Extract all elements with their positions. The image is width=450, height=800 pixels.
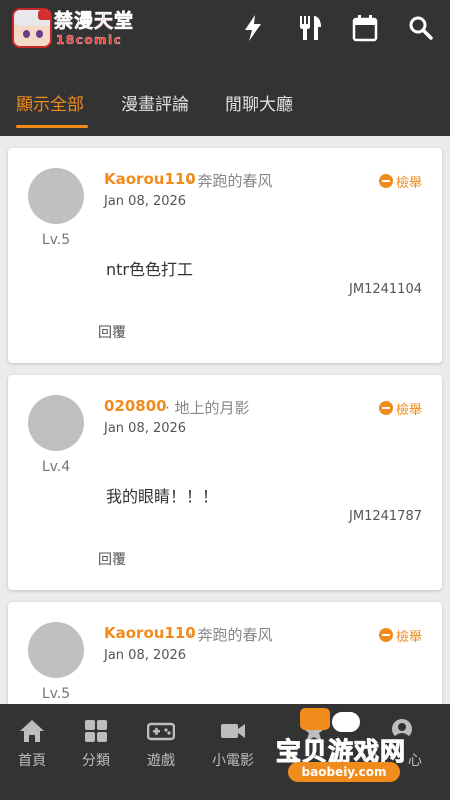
- gamepad-icon: [147, 722, 175, 741]
- utensils-icon[interactable]: [297, 14, 323, 42]
- logo-mascot-icon: [12, 8, 52, 48]
- comment-card: Lv.5 Kaorou110 · 奔跑的春风 Jan 08, 2026 檢舉: [8, 602, 442, 704]
- nav-videos[interactable]: 小電影: [201, 718, 265, 770]
- comment-feed[interactable]: Lv.5 Kaorou110 · 奔跑的春风 Jan 08, 2026 檢舉 n…: [0, 136, 450, 704]
- reply-button[interactable]: 回覆: [98, 549, 126, 569]
- username-link[interactable]: Kaorou110: [104, 170, 196, 188]
- nav-categories-label: 分類: [82, 753, 110, 769]
- reply-button[interactable]: 回覆: [98, 322, 126, 342]
- calendar-icon[interactable]: [352, 14, 378, 42]
- top-app-bar: 禁漫天堂 18comic: [0, 0, 450, 56]
- username-link[interactable]: Kaorou110: [104, 624, 196, 642]
- logo-subtitle: 18comic: [56, 33, 123, 47]
- tab-comic-reviews[interactable]: 漫畫評論: [121, 90, 189, 115]
- user-title: · 奔跑的春风: [188, 626, 273, 644]
- user-title: · 奔跑的春风: [188, 172, 273, 190]
- app-logo[interactable]: 禁漫天堂 18comic: [10, 6, 138, 50]
- nav-games[interactable]: 遊戲: [129, 718, 193, 770]
- grid-icon: [85, 720, 107, 742]
- report-button[interactable]: 檢舉: [378, 172, 422, 191]
- tab-bar: 顯示全部 漫畫評論 閒聊大廳: [0, 56, 450, 136]
- report-label: 檢舉: [395, 175, 422, 191]
- logo-title: 禁漫天堂: [54, 10, 135, 33]
- site-watermark: 宝贝游戏网 baobeiy.com: [268, 708, 428, 788]
- nav-home[interactable]: 首頁: [0, 718, 64, 770]
- nav-home-label: 首頁: [18, 753, 46, 769]
- minus-circle-icon: [378, 174, 393, 188]
- comment-card: Lv.5 Kaorou110 · 奔跑的春风 Jan 08, 2026 檢舉 n…: [8, 148, 442, 363]
- username-link[interactable]: 020800: [104, 397, 167, 415]
- flash-icon[interactable]: [240, 14, 266, 42]
- user-level: Lv.4: [41, 459, 71, 475]
- nav-games-label: 遊戲: [147, 753, 175, 769]
- tab-show-all[interactable]: 顯示全部: [16, 90, 84, 115]
- report-button[interactable]: 檢舉: [378, 626, 422, 645]
- comment-date: Jan 08, 2026: [104, 194, 187, 209]
- minus-circle-icon: [378, 401, 393, 415]
- tab-chat-lobby[interactable]: 閒聊大廳: [225, 90, 293, 115]
- comic-id-link[interactable]: JM1241787: [349, 509, 422, 524]
- home-icon: [20, 720, 44, 742]
- user-title: · 地上的月影: [165, 399, 250, 417]
- active-tab-indicator: [16, 125, 88, 128]
- watermark-url: baobeiy.com: [288, 762, 400, 782]
- comic-id-link[interactable]: JM1241104: [349, 282, 422, 297]
- nav-videos-label: 小電影: [212, 753, 254, 769]
- comment-text: ntr色色打工: [106, 260, 193, 279]
- gamepad-logo-icon: [300, 708, 330, 730]
- avatar[interactable]: [28, 168, 84, 224]
- search-icon[interactable]: [408, 14, 434, 42]
- report-label: 檢舉: [395, 629, 422, 645]
- avatar[interactable]: [28, 395, 84, 451]
- comment-date: Jan 08, 2026: [104, 421, 187, 436]
- comment-text: 我的眼睛！！！: [106, 487, 219, 506]
- avatar[interactable]: [28, 622, 84, 678]
- report-label: 檢舉: [395, 402, 422, 418]
- nav-categories[interactable]: 分類: [64, 718, 128, 770]
- controller-logo-icon: [330, 710, 362, 734]
- report-button[interactable]: 檢舉: [378, 399, 422, 418]
- minus-circle-icon: [378, 628, 393, 642]
- user-level: Lv.5: [41, 232, 71, 248]
- comment-date: Jan 08, 2026: [104, 648, 187, 663]
- video-icon: [221, 724, 245, 738]
- user-level: Lv.5: [41, 686, 71, 702]
- comment-card: Lv.4 020800 · 地上的月影 Jan 08, 2026 檢舉 我的眼睛…: [8, 375, 442, 590]
